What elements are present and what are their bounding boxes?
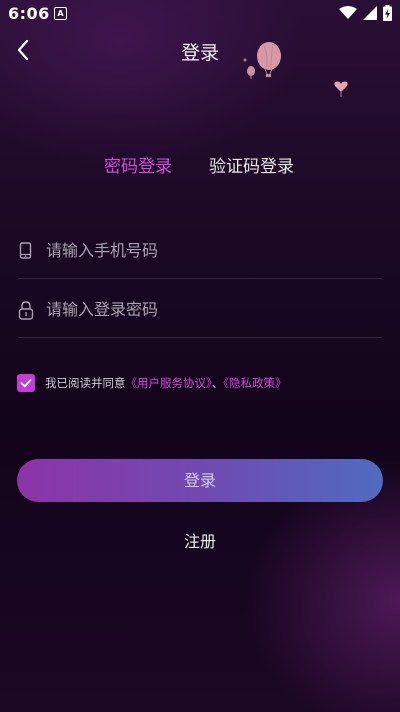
cellular-signal-icon — [363, 6, 377, 20]
phone-icon — [19, 242, 32, 259]
password-input[interactable] — [46, 295, 376, 323]
page-title: 登录 — [180, 42, 219, 64]
status-time: 6:06 — [8, 4, 50, 23]
phone-field — [18, 226, 382, 279]
wifi-icon — [339, 6, 357, 19]
login-screen: 6:06 A 登录 密码登录 验证码登录 请输入手机号码 我已阅读并同意《用户服… — [0, 0, 400, 712]
heart-icon — [334, 81, 348, 97]
status-bar: 6:06 A — [0, 0, 400, 28]
notification-a-icon: A — [54, 7, 67, 20]
lock-icon — [18, 301, 34, 320]
phone-input[interactable] — [46, 236, 376, 264]
register-link[interactable]: 注册 — [0, 528, 400, 552]
tab-code-login[interactable]: 验证码登录 — [209, 152, 294, 177]
privacy-policy-link[interactable]: 《隐私政策》 — [223, 376, 286, 390]
login-button[interactable]: 登录 — [17, 459, 383, 502]
tab-password-login[interactable]: 密码登录 — [104, 152, 172, 177]
agreement-text: 我已阅读并同意《用户服务协议》、《隐私政策》 — [45, 375, 287, 391]
agreement-row: 我已阅读并同意《用户服务协议》、《隐私政策》 — [17, 374, 387, 394]
hot-air-balloon-icon — [243, 42, 281, 79]
status-icons — [339, 5, 392, 21]
header: 登录 — [0, 28, 400, 74]
battery-charging-icon — [383, 5, 392, 21]
password-field — [18, 285, 382, 338]
agreement-separator: 、 — [211, 376, 224, 390]
user-agreement-link[interactable]: 《用户服务协议》 — [126, 376, 212, 390]
agree-checkbox[interactable] — [17, 374, 35, 392]
agreement-prefix: 我已阅读并同意 — [45, 376, 126, 390]
login-tabs: 密码登录 验证码登录 — [0, 150, 400, 180]
checkmark-icon — [20, 379, 32, 388]
